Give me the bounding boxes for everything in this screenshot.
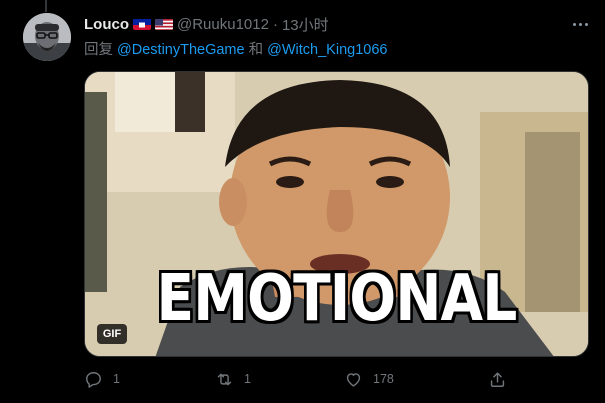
mention-link[interactable]: @Witch_King1066 (267, 42, 387, 58)
retweet-icon (217, 373, 232, 385)
reply-icon (86, 371, 101, 388)
retweet-button[interactable]: 1 (215, 366, 251, 392)
more-options-icon[interactable] (570, 14, 590, 34)
share-button[interactable] (488, 366, 507, 392)
like-count: 178 (373, 372, 394, 386)
retweet-count: 1 (244, 372, 251, 386)
reply-conjunction: 和 (248, 42, 264, 58)
heart-icon (346, 372, 361, 387)
tweet-actions: 1 1 178 (84, 366, 524, 392)
tweet[interactable]: Louco @Ruuku1012 · 13小时 回复 @DestinyTheGa… (0, 0, 605, 403)
mention-link[interactable]: @DestinyTheGame (117, 42, 245, 58)
avatar[interactable] (23, 13, 71, 61)
gif-media[interactable]: EMOTIONAL GIF (84, 71, 589, 357)
tweet-header: Louco @Ruuku1012 · 13小时 (84, 14, 329, 34)
author-name[interactable]: Louco (84, 16, 129, 33)
tweet-timestamp[interactable]: 13小时 (282, 14, 329, 35)
reply-count: 1 (113, 372, 120, 386)
author-handle[interactable]: @Ruuku1012 (177, 16, 269, 33)
gif-badge: GIF (97, 324, 127, 344)
reply-prefix: 回复 (84, 42, 113, 58)
share-icon (490, 371, 505, 387)
header-separator: · (272, 15, 278, 33)
haiti-flag-icon (133, 18, 151, 30)
reply-button[interactable]: 1 (84, 366, 120, 392)
like-button[interactable]: 178 (344, 366, 394, 392)
gif-caption: EMOTIONAL (156, 262, 518, 336)
reply-context: 回复 @DestinyTheGame 和 @Witch_King1066 (84, 38, 387, 59)
usa-flag-icon (155, 18, 173, 30)
